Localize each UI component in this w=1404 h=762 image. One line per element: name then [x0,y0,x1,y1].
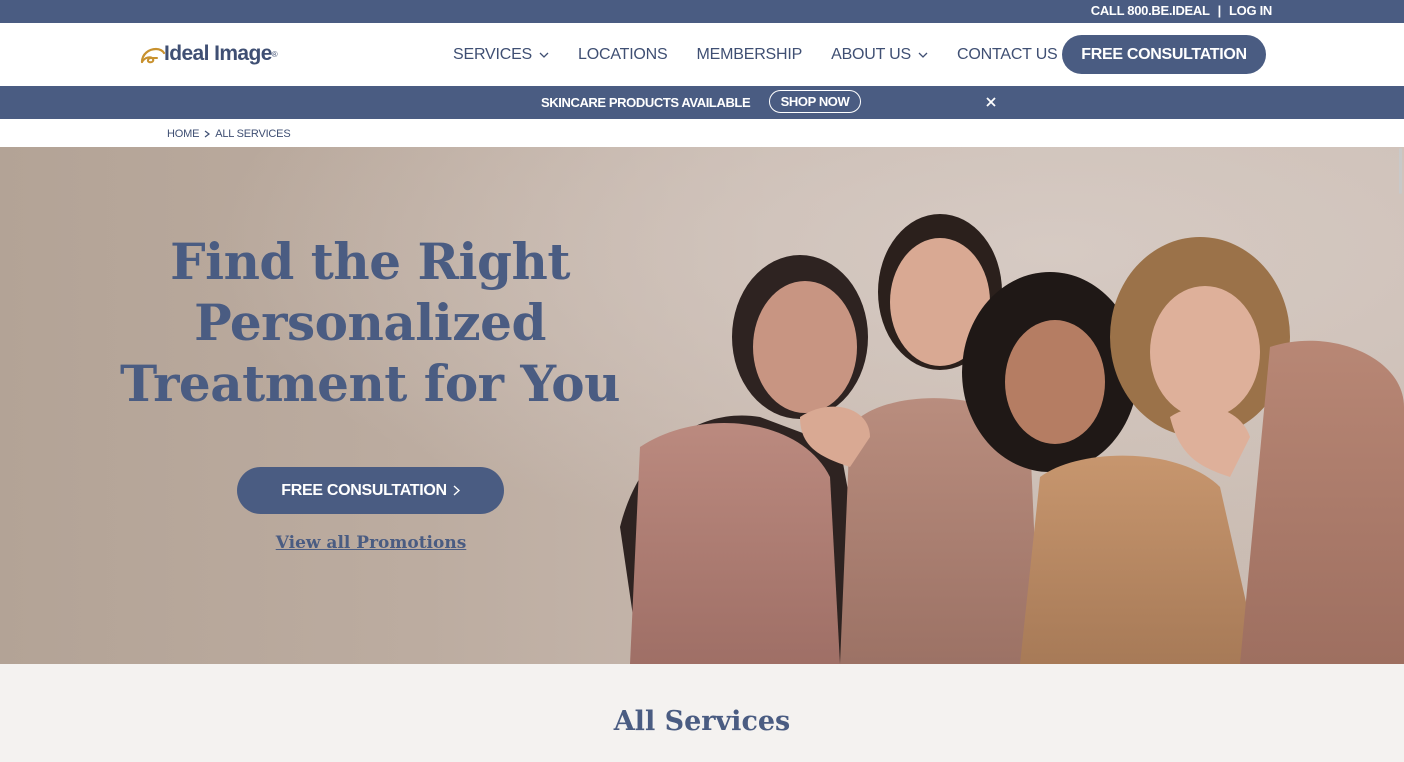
chevron-down-icon [918,52,928,58]
nav-item-services[interactable]: SERVICES [453,46,549,64]
view-all-promotions-link[interactable]: View all Promotions [240,533,502,553]
hero-title-line: Personalized [194,293,546,352]
nav-item-membership[interactable]: MEMBERSHIP [697,46,803,64]
utility-bar: CALL 800.BE.IDEAL | LOG IN [0,0,1404,23]
nav-item-label: LOCATIONS [578,45,668,63]
nav-item-label: ABOUT US [831,45,911,63]
breadcrumb-home[interactable]: HOME [167,128,199,140]
utility-separator: | [1217,3,1222,18]
services-title: All Services [613,706,791,737]
hero-cta-label: FREE CONSULTATION [281,481,447,499]
logo-mark-icon [140,47,166,64]
breadcrumb-bar: HOME ALL SERVICES [0,119,1404,147]
services-section: All Services [0,664,1404,762]
call-link[interactable]: CALL 800.BE.IDEAL [1091,3,1210,18]
nav-item-about-us[interactable]: ABOUT US [831,46,928,64]
nav-item-locations[interactable]: LOCATIONS [578,45,668,64]
site-header: Ideal Image ® SERVICES LOCATIONS MEMBERS… [0,23,1404,86]
logo[interactable]: Ideal Image ® [139,40,278,68]
breadcrumb: HOME ALL SERVICES [167,128,291,140]
breadcrumb-current: ALL SERVICES [215,128,291,140]
hero-free-consultation-button[interactable]: FREE CONSULTATION [237,467,504,514]
promo-text: SKINCARE PRODUCTS AVAILABLE [541,95,751,110]
login-link[interactable]: LOG IN [1229,3,1272,18]
nav-item-label: CONTACT US [957,45,1058,63]
close-icon[interactable] [985,96,997,108]
hero: Find the Right Personalized Treatment fo… [0,147,1404,664]
chevron-right-icon [453,485,460,496]
hero-title: Find the Right Personalized Treatment fo… [110,231,630,414]
hero-title-line: Find the Right [170,232,570,291]
nav-item-label: MEMBERSHIP [696,45,803,63]
nav-item-contact-us[interactable]: CONTACT US [957,46,1058,64]
shop-now-button[interactable]: SHOP NOW [769,90,861,113]
free-consultation-button[interactable]: FREE CONSULTATION [1062,35,1266,74]
hero-title-line: Treatment for You [120,354,620,413]
promo-banner: SKINCARE PRODUCTS AVAILABLE SHOP NOW [0,86,1404,119]
main-nav: SERVICES LOCATIONS MEMBERSHIP ABOUT US C… [453,23,1087,86]
chevron-down-icon [539,52,549,58]
chevron-right-icon [204,130,211,138]
nav-item-label: SERVICES [453,45,533,63]
utility-links: CALL 800.BE.IDEAL | LOG IN [1091,3,1273,18]
logo-registered-mark: ® [271,49,278,59]
logo-text: Ideal Image [164,42,272,65]
scrollbar-thumb[interactable] [1399,148,1402,194]
